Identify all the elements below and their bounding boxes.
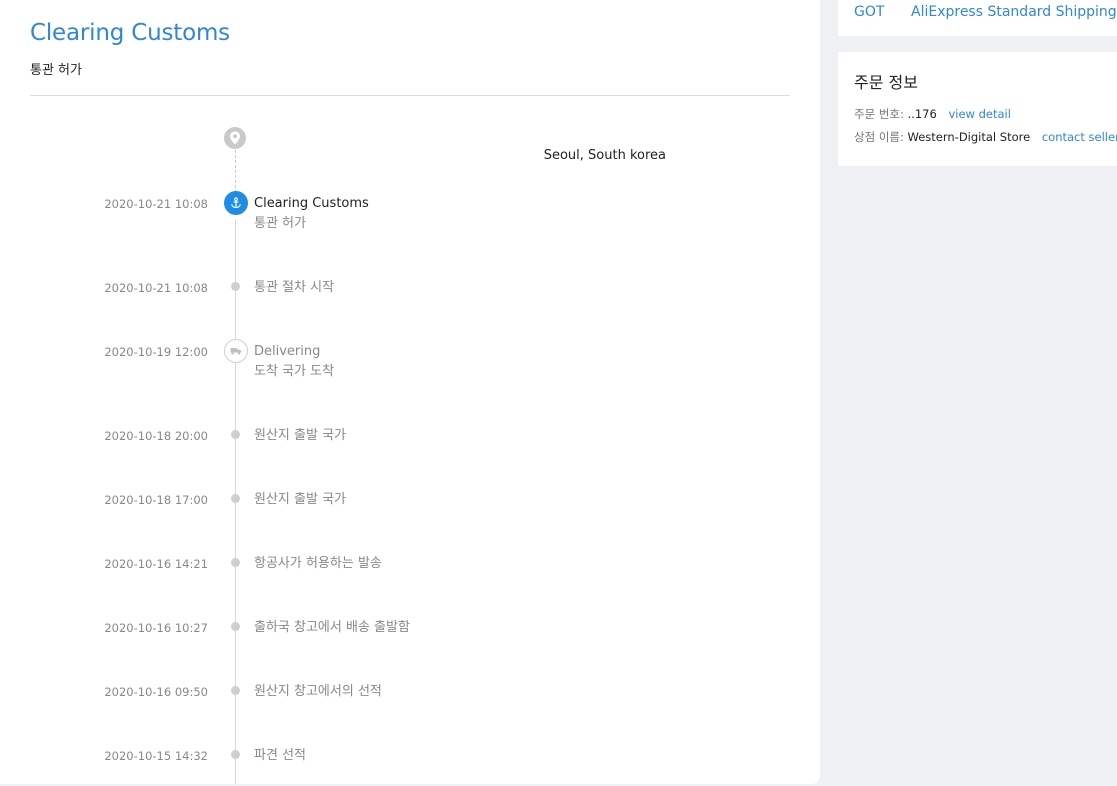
carrier-card: GOT AliExpress Standard Shipping bbox=[838, 0, 1117, 36]
event-time: 2020-10-18 20:00 bbox=[104, 429, 208, 443]
store-name-label: 상점 이름: bbox=[854, 130, 904, 144]
event-time: 2020-10-21 10:08 bbox=[104, 281, 208, 295]
store-name-value: Western-Digital Store bbox=[907, 130, 1031, 144]
event-time: 2020-10-16 14:21 bbox=[104, 557, 208, 571]
tracking-panel: Clearing Customs 통관 허가 Seoul, South kore… bbox=[0, 0, 820, 784]
event-detail: 원산지 창고에서의 선적 bbox=[254, 684, 382, 699]
event-text: 통관 절차 시작 bbox=[254, 278, 334, 298]
event-time: 2020-10-18 17:00 bbox=[104, 493, 208, 507]
event-detail: 항공사가 허용하는 발송 bbox=[254, 556, 382, 571]
event-detail: 통관 허가 bbox=[254, 216, 306, 231]
order-number-label: 주문 번호: bbox=[854, 107, 904, 121]
truck-icon bbox=[224, 339, 248, 363]
event-detail: 파견 선적 bbox=[254, 748, 306, 763]
shipping-service-link[interactable]: AliExpress Standard Shipping bbox=[911, 4, 1117, 20]
timeline-event: 2020-10-16 10:27 출하국 창고에서 배송 출발함 bbox=[0, 618, 820, 658]
order-number-row: 주문 번호: ..176 view detail bbox=[854, 106, 1011, 122]
timeline-dot bbox=[231, 622, 240, 631]
event-text: Clearing Customs 통관 허가 bbox=[254, 194, 369, 234]
event-text: 원산지 출발 국가 bbox=[254, 426, 346, 446]
event-detail: 도착 국가 도착 bbox=[254, 364, 335, 379]
timeline-event: 2020-10-18 17:00 원산지 출발 국가 bbox=[0, 490, 820, 530]
event-detail: 출하국 창고에서 배송 출발함 bbox=[254, 620, 410, 635]
event-time: 2020-10-16 10:27 bbox=[104, 621, 208, 635]
order-info-title: 주문 정보 bbox=[854, 73, 918, 92]
order-number-value: ..176 bbox=[907, 107, 937, 121]
view-detail-link[interactable]: view detail bbox=[948, 107, 1010, 121]
event-time: 2020-10-15 14:32 bbox=[104, 749, 208, 763]
timeline-dot bbox=[231, 430, 240, 439]
event-detail: 통관 절차 시작 bbox=[254, 280, 335, 295]
event-text: 파견 선적 bbox=[254, 746, 306, 766]
tracking-timeline: Seoul, South korea 2020-10-21 10:08 Clea… bbox=[0, 0, 820, 784]
event-time: 2020-10-16 09:50 bbox=[104, 685, 208, 699]
timeline-dot bbox=[231, 494, 240, 503]
timeline-event: 2020-10-18 20:00 원산지 출발 국가 bbox=[0, 426, 820, 466]
order-info-card: 주문 정보 주문 번호: ..176 view detail 상점 이름: We… bbox=[838, 52, 1117, 166]
event-text: 항공사가 허용하는 발송 bbox=[254, 554, 382, 574]
timeline-dot bbox=[231, 750, 240, 759]
event-detail: 원산지 출발 국가 bbox=[254, 492, 346, 507]
timeline-dot bbox=[231, 558, 240, 567]
event-time: 2020-10-19 12:00 bbox=[104, 345, 208, 359]
timeline-event: 2020-10-16 09:50 원산지 창고에서의 선적 bbox=[0, 682, 820, 722]
event-status: Delivering bbox=[254, 344, 321, 359]
timeline-event: 2020-10-21 10:08 Clearing Customs 통관 허가 bbox=[0, 191, 820, 234]
anchor-icon bbox=[224, 191, 248, 215]
location-pin-icon bbox=[224, 127, 246, 149]
event-status: Clearing Customs bbox=[254, 196, 369, 211]
address-line-2: Seoul, South korea bbox=[543, 148, 666, 163]
event-text: Delivering 도착 국가 도착 bbox=[254, 342, 334, 382]
store-name-row: 상점 이름: Western-Digital Store contact sel… bbox=[854, 129, 1117, 145]
destination-address: Seoul, South korea bbox=[254, 128, 684, 166]
event-detail: 원산지 출발 국가 bbox=[254, 428, 346, 443]
timeline-event: 2020-10-21 10:08 통관 절차 시작 bbox=[0, 278, 820, 318]
contact-seller-link[interactable]: contact seller bbox=[1042, 130, 1117, 144]
timeline-event: 2020-10-16 14:21 항공사가 허용하는 발송 bbox=[0, 554, 820, 594]
event-time: 2020-10-21 10:08 bbox=[104, 197, 208, 211]
event-text: 원산지 출발 국가 bbox=[254, 490, 346, 510]
carrier-name: GOT bbox=[854, 4, 885, 20]
timeline-dot bbox=[231, 282, 240, 291]
timeline-dot bbox=[231, 686, 240, 695]
timeline-event: 2020-10-19 12:00 Delivering 도착 국가 도착 bbox=[0, 339, 820, 382]
timeline-event: 2020-10-15 14:32 파견 선적 bbox=[0, 746, 820, 786]
event-text: 원산지 창고에서의 선적 bbox=[254, 682, 382, 702]
address-line-1 bbox=[254, 128, 684, 146]
event-text: 출하국 창고에서 배송 출발함 bbox=[254, 618, 410, 638]
